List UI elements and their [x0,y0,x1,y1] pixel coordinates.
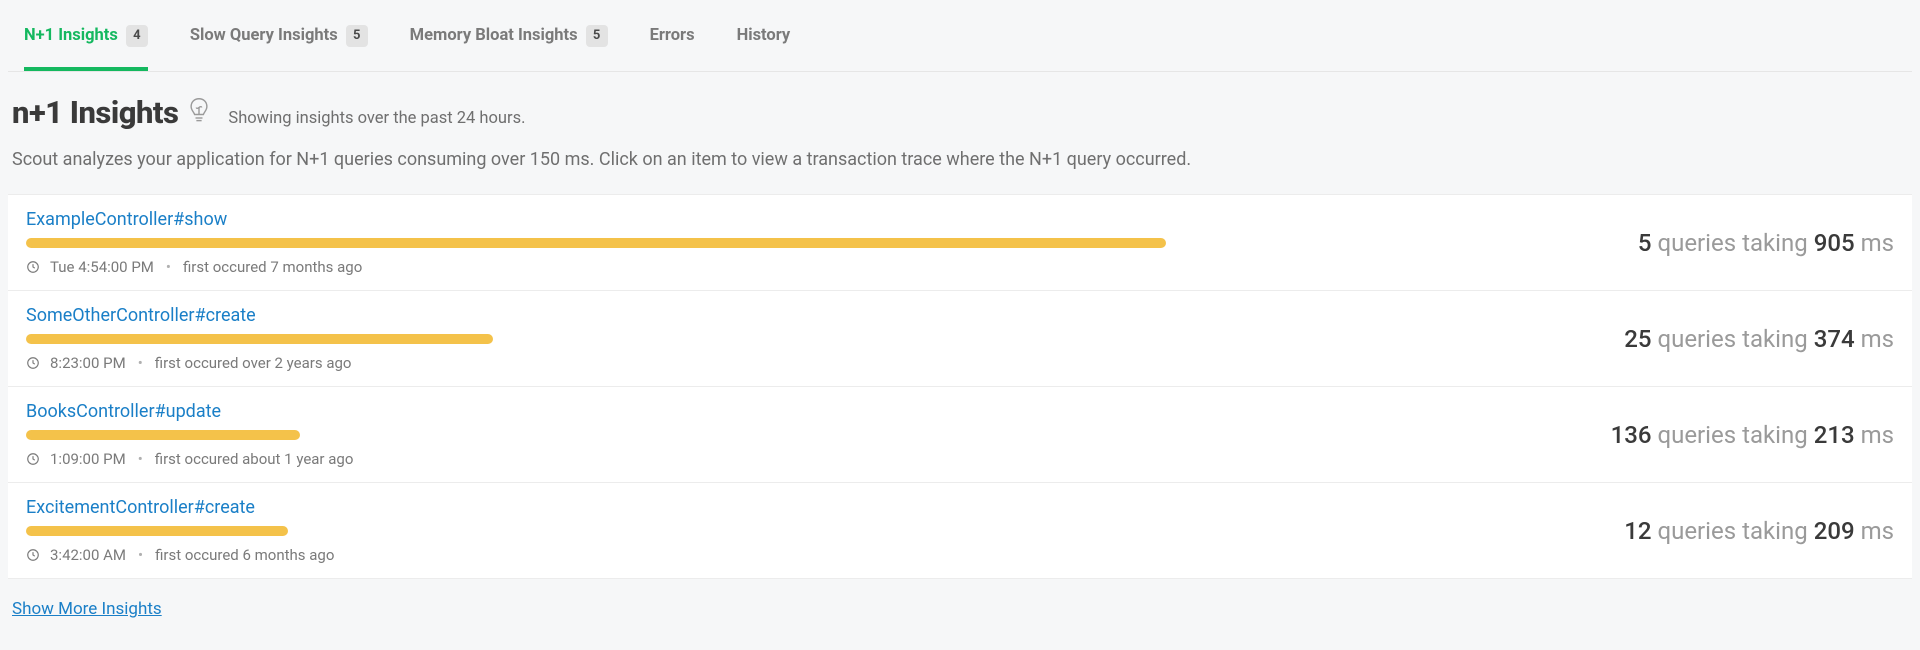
insight-meta: 8:23:00 PM first occured over 2 years ag… [26,354,1600,372]
separator-dot [136,546,145,564]
clock-icon [26,258,40,276]
insight-bar-fill [26,430,300,440]
queries-taking-label: queries taking [1657,517,1807,545]
ms-label: ms [1861,517,1894,545]
tab-label: Errors [650,26,695,45]
insight-ms: 213 [1814,421,1855,449]
ms-label: ms [1861,229,1894,257]
insight-summary: 5 queries taking 905 ms [1614,229,1894,257]
insight-ms: 905 [1814,229,1855,257]
tab-memory-bloat-insights[interactable]: Memory Bloat Insights 5 [410,0,608,71]
insight-summary: 136 queries taking 213 ms [1587,421,1894,449]
separator-dot [136,450,145,468]
insight-ms: 209 [1814,517,1855,545]
insight-bar-track [26,430,1166,440]
tab-label: N+1 Insights [24,26,118,45]
insight-title-link[interactable]: BooksController#update [26,401,1587,422]
insight-left: ExcitementController#create 3:42:00 AM f… [26,497,1600,564]
insight-time: 8:23:00 PM [50,354,126,372]
insight-query-count: 136 [1611,421,1652,449]
tab-count-badge: 5 [346,25,368,47]
clock-icon [26,450,40,468]
queries-taking-label: queries taking [1657,229,1807,257]
insight-first-occurred: first occured about 1 year ago [155,450,354,468]
insight-row[interactable]: SomeOtherController#create 8:23:00 PM fi… [8,291,1912,387]
ms-label: ms [1861,325,1894,353]
queries-taking-label: queries taking [1657,421,1807,449]
tabs-bar: N+1 Insights 4 Slow Query Insights 5 Mem… [8,0,1912,72]
insight-title-link[interactable]: ExcitementController#create [26,497,1600,518]
insight-query-count: 12 [1624,517,1651,545]
separator-dot [164,258,173,276]
insight-left: BooksController#update 1:09:00 PM first … [26,401,1587,468]
page-description: Scout analyzes your application for N+1 … [8,137,1912,188]
tab-count-badge: 5 [586,25,608,47]
insight-first-occurred: first occured 7 months ago [183,258,362,276]
tab-count-badge: 4 [126,25,148,47]
insight-bar-track [26,334,1166,344]
insights-list: ExampleController#show Tue 4:54:00 PM fi… [8,194,1912,579]
insight-meta: Tue 4:54:00 PM first occured 7 months ag… [26,258,1614,276]
insight-row[interactable]: ExampleController#show Tue 4:54:00 PM fi… [8,194,1912,291]
tab-errors[interactable]: Errors [650,0,695,71]
insight-row[interactable]: ExcitementController#create 3:42:00 AM f… [8,483,1912,579]
insight-title-link[interactable]: ExampleController#show [26,209,1614,230]
page-title: n+1 Insights [12,94,178,131]
insight-bar-fill [26,238,1166,248]
insight-bar-fill [26,334,493,344]
lightbulb-icon [188,97,210,129]
insight-summary: 25 queries taking 374 ms [1600,325,1894,353]
ms-label: ms [1861,421,1894,449]
page-subtitle: Showing insights over the past 24 hours. [228,109,525,128]
separator-dot [136,354,145,372]
tab-label: Slow Query Insights [190,26,338,45]
clock-icon [26,354,40,372]
page-header: n+1 Insights Showing insights over the p… [8,72,1912,137]
insight-meta: 1:09:00 PM first occured about 1 year ag… [26,450,1587,468]
show-more-link[interactable]: Show More Insights [12,599,162,619]
insight-time: Tue 4:54:00 PM [50,258,154,276]
tab-slow-query-insights[interactable]: Slow Query Insights 5 [190,0,368,71]
tab-history[interactable]: History [737,0,791,71]
tab-label: Memory Bloat Insights [410,26,578,45]
insight-time: 1:09:00 PM [50,450,126,468]
insight-query-count: 25 [1624,325,1651,353]
insight-row[interactable]: BooksController#update 1:09:00 PM first … [8,387,1912,483]
insight-meta: 3:42:00 AM first occured 6 months ago [26,546,1600,564]
insight-summary: 12 queries taking 209 ms [1600,517,1894,545]
insight-bar-fill [26,526,288,536]
insight-left: SomeOtherController#create 8:23:00 PM fi… [26,305,1600,372]
insight-title-link[interactable]: SomeOtherController#create [26,305,1600,326]
insight-first-occurred: first occured over 2 years ago [155,354,352,372]
queries-taking-label: queries taking [1657,325,1807,353]
insight-left: ExampleController#show Tue 4:54:00 PM fi… [26,209,1614,276]
insight-ms: 374 [1814,325,1855,353]
insight-bar-track [26,238,1166,248]
insight-query-count: 5 [1638,229,1652,257]
insight-time: 3:42:00 AM [50,546,126,564]
clock-icon [26,546,40,564]
insight-first-occurred: first occured 6 months ago [155,546,334,564]
tab-n1-insights[interactable]: N+1 Insights 4 [24,0,148,71]
insight-bar-track [26,526,1166,536]
title-wrap: n+1 Insights [12,94,210,131]
tab-label: History [737,26,791,45]
